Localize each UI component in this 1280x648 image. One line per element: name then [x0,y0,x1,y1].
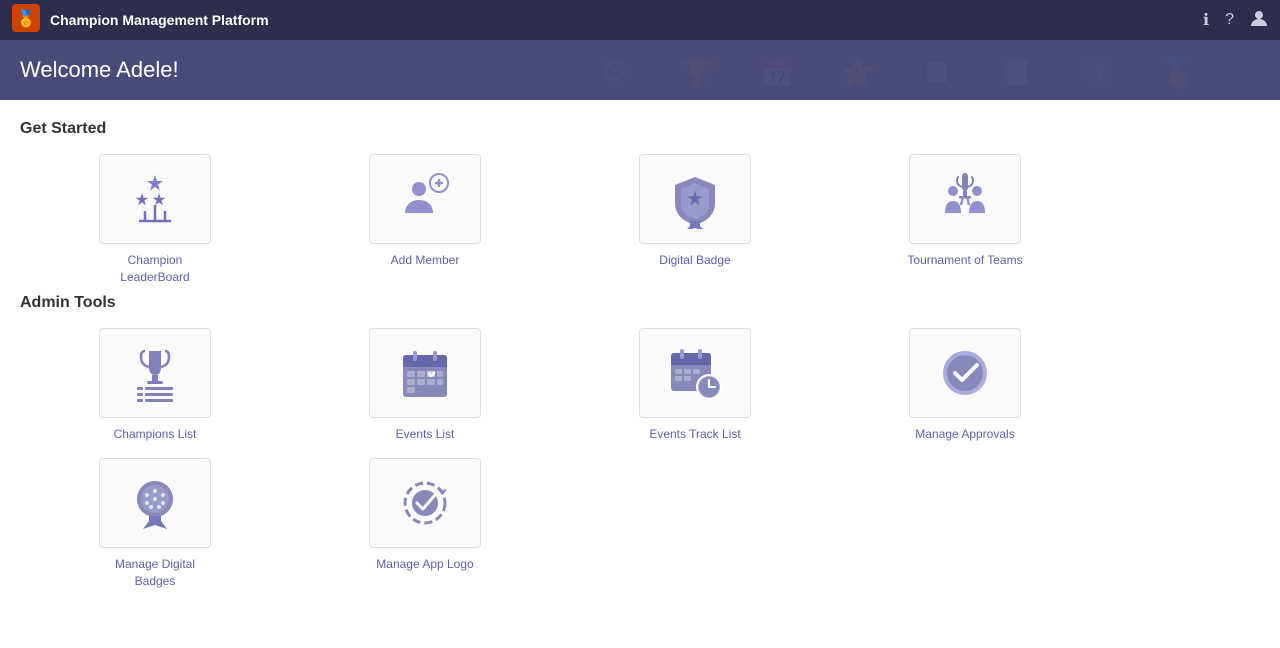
svg-text:🏅: 🏅 [16,9,36,28]
card-label-manage-approvals: Manage Approvals [915,426,1014,443]
topbar: 🏅 Champion Management Platform ℹ ? [0,0,1280,40]
help-icon[interactable]: ? [1225,11,1234,29]
card-box-manage-approvals[interactable] [909,328,1021,418]
card-box-add-member[interactable] [369,154,481,244]
card-box-events-track-list[interactable] [639,328,751,418]
card-box-tournament-of-teams[interactable] [909,154,1021,244]
welcome-text: Welcome Adele! [20,57,179,83]
svg-text:🔲: 🔲 [920,56,955,89]
medal-dots-icon [125,473,185,533]
app-logo-icon: 🏅 [12,4,40,37]
welcome-banner: Welcome Adele! ⚙ 🏆 📅 ⭐ 🔲 📋 🛡 🏅 [0,40,1280,100]
card-label-digital-badge: Digital Badge [659,252,730,269]
shield-badge-icon [665,169,725,229]
card-label-manage-digital-badges: Manage DigitalBadges [115,556,195,590]
admin-tools-title: Admin Tools [20,294,1260,312]
card-label-add-member: Add Member [391,252,460,269]
card-label-events-track-list: Events Track List [649,426,740,443]
card-tournament-of-teams[interactable]: Tournament of Teams [830,154,1100,269]
logo-check-icon [395,473,455,533]
card-events-list[interactable]: Events List [290,328,560,443]
approve-badge-icon [935,343,995,403]
calendar-clock-icon [665,343,725,403]
svg-text:🏅: 🏅 [1160,56,1195,89]
svg-text:🏆: 🏆 [680,56,715,89]
card-label-champions-list: Champions List [114,426,197,443]
admin-tools-cards-row1: Champions List [20,328,1260,443]
card-box-champion-leaderboard[interactable] [99,154,211,244]
card-label-tournament-of-teams: Tournament of Teams [907,252,1022,269]
team-trophy-icon [935,169,995,229]
svg-text:📅: 📅 [760,56,795,88]
admin-tools-section: Admin Tools [20,294,1260,590]
card-box-manage-digital-badges[interactable] [99,458,211,548]
get-started-title: Get Started [20,120,1260,138]
card-manage-app-logo[interactable]: Manage App Logo [290,458,560,573]
card-label-manage-app-logo: Manage App Logo [376,556,473,573]
card-box-manage-app-logo[interactable] [369,458,481,548]
card-events-track-list[interactable]: Events Track List [560,328,830,443]
trophy-list-icon [125,343,185,403]
add-people-icon [395,169,455,229]
banner-decoration: ⚙ 🏆 📅 ⭐ 🔲 📋 🛡 🏅 [580,40,1280,100]
card-digital-badge[interactable]: Digital Badge [560,154,830,269]
app-title: Champion Management Platform [50,12,269,28]
svg-text:📋: 📋 [1000,56,1035,89]
card-box-digital-badge[interactable] [639,154,751,244]
get-started-cards: ChampionLeaderBoard Add Member [20,154,1260,286]
admin-tools-cards-row2: Manage DigitalBadges Manage App Logo [20,458,1260,590]
card-champion-leaderboard[interactable]: ChampionLeaderBoard [20,154,290,286]
card-label-champion-leaderboard: ChampionLeaderBoard [120,252,189,286]
card-manage-digital-badges[interactable]: Manage DigitalBadges [20,458,290,590]
card-box-champions-list[interactable] [99,328,211,418]
card-manage-approvals[interactable]: Manage Approvals [830,328,1100,443]
person-icon[interactable] [1250,9,1268,32]
card-champions-list[interactable]: Champions List [20,328,290,443]
topbar-right: ℹ ? [1203,9,1268,32]
svg-text:⚙: ⚙ [600,53,629,89]
card-box-events-list[interactable] [369,328,481,418]
main-content: Get Started Cha [0,100,1280,648]
get-started-section: Get Started Cha [20,120,1260,286]
card-label-events-list: Events List [396,426,455,443]
trophy-stars-icon [125,169,185,229]
svg-text:🛡: 🛡 [1080,57,1116,88]
info-icon[interactable]: ℹ [1203,10,1209,30]
calendar-check-icon [395,343,455,403]
svg-text:⭐: ⭐ [840,56,875,88]
topbar-left: 🏅 Champion Management Platform [12,4,269,37]
card-add-member[interactable]: Add Member [290,154,560,269]
